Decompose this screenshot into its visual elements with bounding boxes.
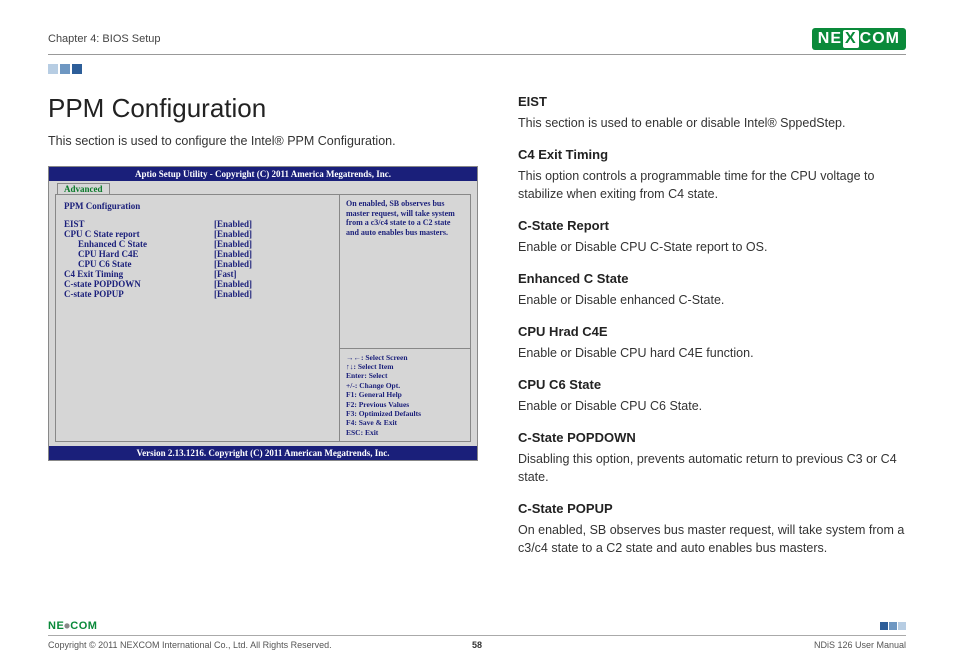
decorative-squares-footer [879,622,906,632]
description-section: C-State Report Enable or Disable CPU C-St… [518,217,906,256]
section-body: Enable or Disable CPU hard C4E function. [518,344,906,362]
bios-setting-row: Enhanced C State[Enabled] [64,239,331,249]
section-body: Enable or Disable CPU C-State report to … [518,238,906,256]
intro-text: This section is used to configure the In… [48,134,478,148]
footer-copyright: Copyright © 2011 NEXCOM International Co… [48,640,332,650]
section-body: On enabled, SB observes bus master reque… [518,521,906,557]
bios-titlebar: Aptio Setup Utility - Copyright (C) 2011… [49,167,477,181]
bios-help-text: On enabled, SB observes bus master reque… [340,195,470,348]
description-section: CPU Hrad C4E Enable or Disable CPU hard C… [518,323,906,362]
bios-setting-row: C-state POPUP[Enabled] [64,289,331,299]
section-heading: Enhanced C State [518,270,906,289]
page-title: PPM Configuration [48,93,478,124]
description-section: CPU C6 State Enable or Disable CPU C6 Sta… [518,376,906,415]
section-body: Disabling this option, prevents automati… [518,450,906,486]
bios-key-legend: →←: Select Screen↑↓: Select ItemEnter: S… [340,348,470,441]
decorative-squares [48,61,906,79]
description-section: C-State POPDOWN Disabling this option, pr… [518,429,906,486]
section-heading: C-State POPDOWN [518,429,906,448]
section-body: Enable or Disable enhanced C-State. [518,291,906,309]
section-body: This option controls a programmable time… [518,167,906,203]
bios-section-title: PPM Configuration [64,201,331,211]
section-heading: C4 Exit Timing [518,146,906,165]
description-section: EIST This section is used to enable or di… [518,93,906,132]
section-body: Enable or Disable CPU C6 State. [518,397,906,415]
bios-setting-row: C-state POPDOWN[Enabled] [64,279,331,289]
bios-setting-row: EIST[Enabled] [64,219,331,229]
section-heading: EIST [518,93,906,112]
section-heading: CPU C6 State [518,376,906,395]
footer-brand: NE⦁COM [48,620,97,633]
footer-doc-name: NDiS 126 User Manual [814,640,906,650]
bios-setting-row: CPU Hard C4E[Enabled] [64,249,331,259]
bios-setting-row: C4 Exit Timing[Fast] [64,269,331,279]
page-footer: NE⦁COM Copyright © 2011 NEXCOM Internati… [48,635,906,650]
bios-screenshot: Aptio Setup Utility - Copyright (C) 2011… [48,166,478,461]
section-heading: C-State Report [518,217,906,236]
description-section: C4 Exit Timing This option controls a pro… [518,146,906,203]
bios-setting-row: CPU C6 State[Enabled] [64,259,331,269]
chapter-label: Chapter 4: BIOS Setup [48,33,161,45]
section-heading: CPU Hrad C4E [518,323,906,342]
description-section: C-State POPUP On enabled, SB observes bus… [518,500,906,557]
description-section: Enhanced C State Enable or Disable enhanc… [518,270,906,309]
bios-footer: Version 2.13.1216. Copyright (C) 2011 Am… [49,446,477,460]
section-heading: C-State POPUP [518,500,906,519]
bios-tab-advanced: Advanced [57,183,110,194]
brand-logo: NEXCOM [812,28,906,50]
footer-page-number: 58 [472,640,482,650]
section-body: This section is used to enable or disabl… [518,114,906,132]
page-header: Chapter 4: BIOS Setup NEXCOM [48,28,906,55]
bios-setting-row: CPU C State report[Enabled] [64,229,331,239]
